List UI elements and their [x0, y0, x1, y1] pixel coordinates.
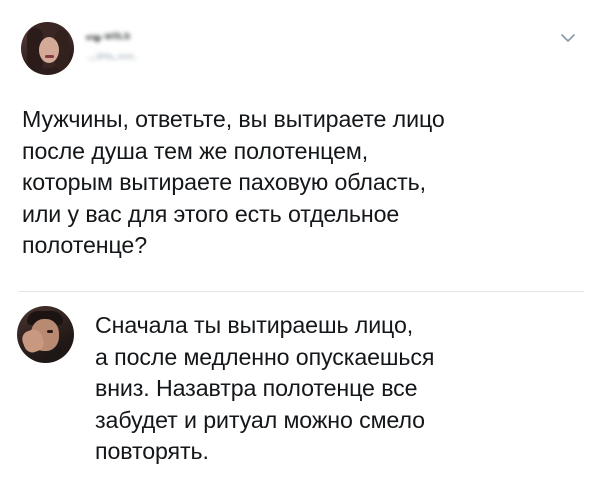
avatar-face [39, 37, 59, 63]
author-name[interactable]: •ч̷ ʷᴵˡᴸᵇ [86, 30, 131, 45]
avatar-lips [45, 55, 54, 58]
author-handle[interactable]: ·˞ᵈᴴᵃ˞ᵉᵉᵉ· [86, 51, 140, 65]
author-avatar[interactable] [21, 22, 74, 75]
reply-divider [18, 291, 584, 292]
reply-text: Сначала ты вытираешь лицо, а после медле… [95, 312, 435, 464]
tweet-text: Мужчины, ответьте, вы вытираете лицо пос… [22, 106, 445, 258]
tweet-card: •ч̷ ʷᴵˡᴸᵇ ·˞ᵈᴴᵃ˞ᵉᵉᵉ· Мужчины, ответьте, … [0, 0, 600, 497]
chevron-down-icon[interactable] [560, 32, 576, 44]
reply-author-avatar[interactable] [17, 306, 74, 363]
avatar-eye [47, 330, 53, 333]
